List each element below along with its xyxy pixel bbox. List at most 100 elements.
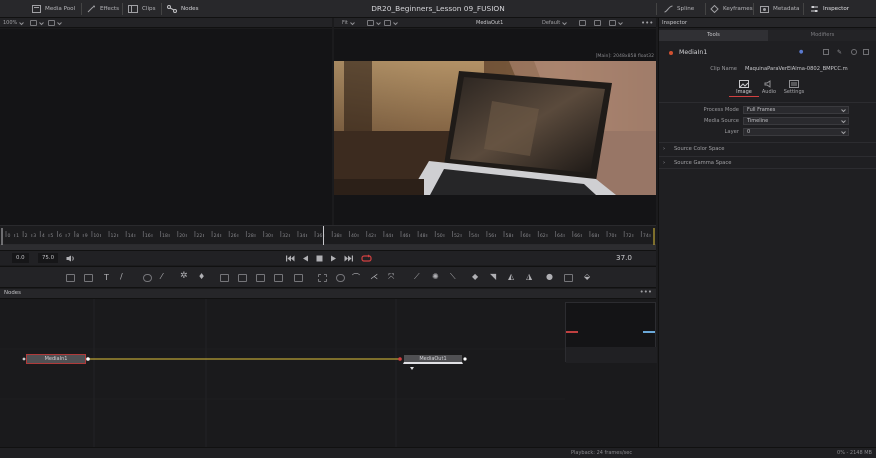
timeline-ruler[interactable]: 0 1 2 3 4 5 6 7 8 9 10 12 14 16 18 20 22 24 26 28 30 32 34 36 38… [0,225,656,247]
node-editor[interactable]: MediaIn1 MediaOut1 [0,299,657,447]
background-tool-icon[interactable] [66,274,75,282]
transform-tool-icon[interactable]: ⤧ [388,272,394,282]
particle-render-icon[interactable]: ⟍ [450,272,456,282]
brightness-tool-icon[interactable]: ✲ [180,271,188,281]
settings-icon [789,80,799,88]
layer-dropdown[interactable]: 0 [743,128,849,136]
text-tool-icon[interactable]: T [104,273,109,282]
image-plane-icon[interactable] [564,274,573,282]
clip-name-value: MaquinaParaVerElAlma-0802_BMPCC.m [745,66,848,72]
reset-icon[interactable] [851,49,857,55]
laptop-photo [334,61,656,195]
curves-tool-icon[interactable]: ⁄ [161,272,162,281]
matte-control-icon[interactable] [256,274,265,282]
subtab-settings[interactable]: Settings [779,80,809,95]
tab-modifiers[interactable]: Modifiers [768,30,876,41]
ruler-tick-label: 50 [437,233,443,239]
left-viewer-header: 100% [0,18,332,28]
node-enable-dot[interactable] [669,51,673,55]
out-point-field[interactable]: 75.0 [38,253,59,263]
clips-label: Clips [142,6,156,12]
current-frame-display[interactable]: 37.0 [616,253,632,262]
stop-icon[interactable] [316,255,323,262]
shape3d-icon[interactable]: ◆ [472,272,478,281]
input-port[interactable] [398,357,402,361]
nodes-options-more-icon[interactable]: ••• [640,288,652,296]
output-port[interactable] [86,357,90,361]
output-port[interactable] [463,357,467,361]
polygon-mask-icon[interactable]: ⌒ [352,272,360,283]
image-icon [739,80,749,88]
guides-icon [609,20,616,26]
right-view-options[interactable] [367,19,381,27]
pin-icon[interactable]: ✎ [837,49,842,56]
ruler-tick-label: 26 [231,233,237,239]
clips-button[interactable]: Clips [128,0,155,18]
bspline-mask-icon[interactable]: ⋌ [370,272,378,281]
go-to-end-icon[interactable] [344,255,353,262]
renderer3d-icon[interactable]: ● [546,272,553,281]
media-source-dropdown[interactable]: Timeline [743,117,849,125]
node-navigator[interactable] [565,302,657,363]
process-mode-dropdown[interactable]: Full Frames [743,106,849,114]
effects-button[interactable]: Effects [87,0,119,18]
go-to-start-icon[interactable] [286,255,295,262]
particle-emitter-icon[interactable]: ✺ [432,272,439,281]
speaker-icon[interactable] [66,255,74,262]
view-toggle[interactable] [579,19,586,27]
left-view-options[interactable] [30,19,44,27]
ellipse-mask-icon[interactable] [336,274,345,282]
lut-dropdown[interactable]: Default [542,19,568,27]
right-zoom-dropdown[interactable]: Fit [342,19,355,27]
divider [81,3,82,15]
camera3d-icon[interactable]: ◮ [526,272,532,281]
view-toggle[interactable] [594,19,601,27]
keyframes-button[interactable]: Keyframes [710,0,753,18]
viewer-node-name: MediaOut1 [476,20,504,26]
channel-booleans-icon[interactable] [238,274,247,282]
navigator-node-marker [566,331,578,333]
image-tool-icon[interactable] [84,274,93,282]
play-reverse-icon[interactable] [302,255,309,262]
blur-tool-icon[interactable]: ♦ [198,272,205,281]
input-port[interactable] [22,357,26,361]
view-toggle[interactable] [609,19,623,27]
inspector-header: Inspector [659,18,876,28]
paint-tool-icon[interactable]: / [120,272,123,281]
delete-icon[interactable] [863,49,869,55]
source-color-space-section[interactable]: › Source Color Space [659,142,876,155]
right-zoom-value: Fit [342,20,348,26]
lock-icon[interactable] [823,49,829,55]
spline-button[interactable]: Spline [664,0,694,18]
mediain1-node[interactable]: MediaIn1 [26,354,86,364]
loader-tool-icon[interactable] [274,274,283,282]
saver-tool-icon[interactable] [294,274,303,282]
version-dot-icon[interactable]: ● [799,49,803,55]
left-layout-options[interactable] [48,19,62,27]
merge-tool-icon[interactable] [220,274,229,282]
tracker-tool-icon[interactable]: ⟋ [414,272,420,282]
rectangle-mask-icon[interactable] [318,274,327,282]
nodes-button[interactable]: Nodes [167,0,199,18]
spotlight-icon[interactable]: ⬙ [584,272,590,281]
media-pool-button[interactable]: Media Pool [32,0,75,18]
tab-tools[interactable]: Tools [659,30,768,41]
ruler-tick-label: 16 [145,233,151,239]
source-gamma-space-section[interactable]: › Source Gamma Space [659,156,876,169]
color-corrector-icon[interactable] [143,274,152,282]
right-layout-options[interactable] [384,19,398,27]
loop-icon[interactable] [361,254,372,263]
viewer-options-more-icon[interactable]: ••• [641,19,653,27]
left-zoom-dropdown[interactable]: 100% [3,19,25,27]
play-icon[interactable] [330,255,337,262]
spline-icon [664,5,673,13]
metadata-button[interactable]: Metadata [760,0,800,18]
merge3d-icon[interactable]: ◭ [508,272,514,281]
inspector-button[interactable]: Inspector [810,0,849,18]
in-point-field[interactable]: 0.0 [12,253,29,263]
fusion-tools-toolbar: T / ⁄ ✲ ♦ ⌒ ⋌ ⤧ ⟋ ✺ ⟍ ◆ ◥ ◭ ◮ ● ⬙ [0,266,656,288]
divider [659,102,876,103]
left-viewer[interactable] [0,29,332,225]
mediaout1-node[interactable]: MediaOut1 [403,354,463,364]
text3d-icon[interactable]: ◥ [490,272,496,281]
